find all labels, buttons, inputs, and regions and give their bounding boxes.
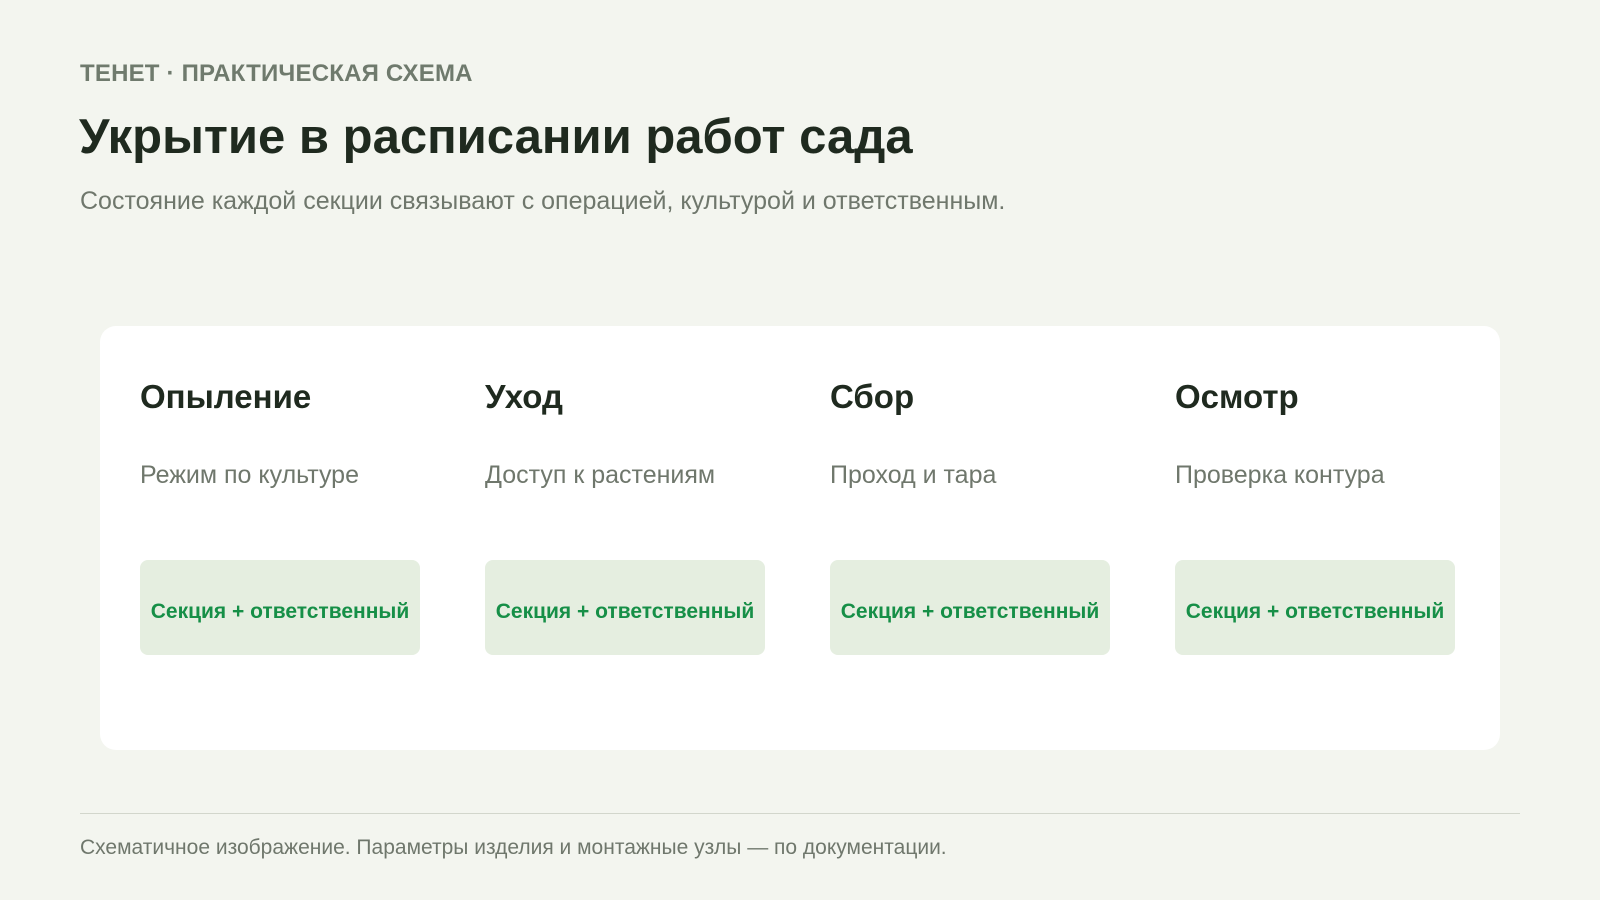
column-title: Опыление [140, 378, 312, 415]
section-responsible-chip: Секция + ответственный [140, 560, 420, 655]
page-title: Укрытие в расписании работ сада [79, 110, 913, 164]
chip-label: Секция + ответственный [495, 599, 755, 623]
page-subtitle: Состояние каждой секции связывают с опер… [80, 187, 1006, 215]
schedule-panel: Опыление Режим по культуре Секция + отве… [100, 326, 1500, 750]
section-responsible-chip: Секция + ответственный [1175, 560, 1455, 655]
footer-divider [80, 813, 1520, 814]
chip-label: Секция + ответственный [150, 599, 410, 623]
column-title: Осмотр [1175, 378, 1299, 415]
column-description: Проход и тара [830, 461, 997, 489]
chip-label: Секция + ответственный [1185, 599, 1445, 623]
column-description: Проверка контура [1175, 461, 1385, 489]
column-description: Режим по культуре [140, 461, 359, 489]
section-responsible-chip: Секция + ответственный [485, 560, 765, 655]
column-description: Доступ к растениям [485, 461, 716, 489]
column-title: Уход [485, 378, 563, 415]
chip-label: Секция + ответственный [840, 599, 1100, 623]
footnote: Схематичное изображение. Параметры издел… [80, 836, 947, 859]
section-responsible-chip: Секция + ответственный [830, 560, 1110, 655]
column-title: Сбор [830, 378, 915, 415]
eyebrow-label: ТЕНЕТ · ПРАКТИЧЕСКАЯ СХЕМА [80, 60, 473, 87]
